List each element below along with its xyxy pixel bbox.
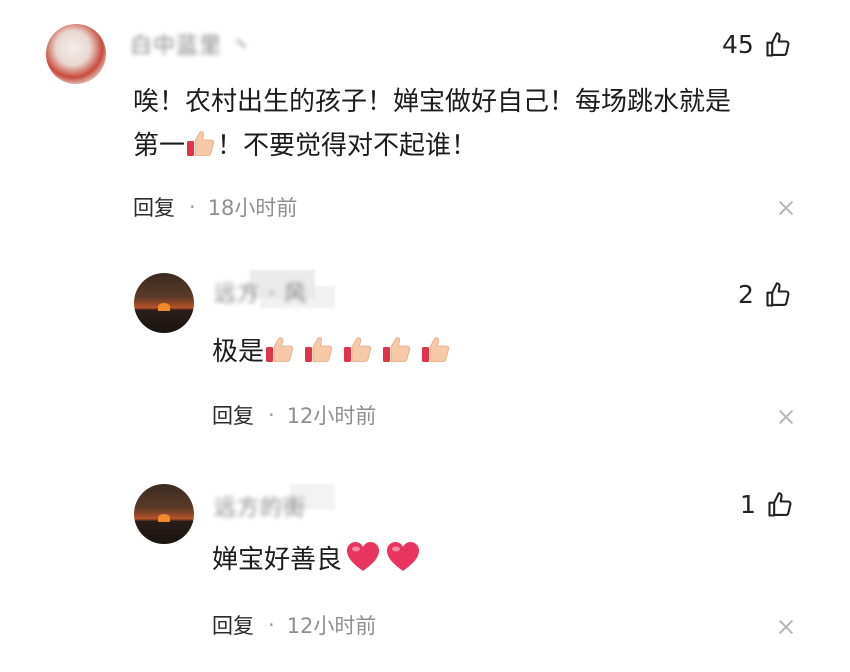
thumbs-up-emoji-icon (187, 131, 215, 156)
separator-dot: · (189, 195, 196, 219)
comment-text-segment: 第一 (133, 131, 186, 161)
timestamp: 12小时前 (286, 614, 377, 638)
comment-text-line: 唉！农村出生的孩子！婵宝做好自己！每场跳水就是 (133, 87, 732, 117)
heart-emoji-icon (387, 542, 420, 571)
comment-text-segment: 婵宝好善良 (212, 545, 343, 575)
separator-dot: · (268, 613, 275, 637)
close-icon[interactable] (779, 620, 793, 634)
username[interactable]: 远方的街 (214, 490, 306, 522)
thumbs-up-emoji-icon (305, 337, 333, 362)
comment-text: 极是 (212, 330, 452, 374)
timestamp: 18小时前 (207, 196, 298, 220)
username[interactable]: 白中蓝里 丶 (130, 28, 253, 60)
comment-text-segment: ！不要觉得对不起谁！ (217, 131, 478, 161)
close-icon[interactable] (779, 410, 793, 424)
reply-row: 回复 · 18小时前 (133, 192, 297, 222)
like-button[interactable]: 2 (738, 280, 792, 309)
heart-emoji-icon (347, 542, 380, 571)
thumbs-up-emoji-icon (383, 337, 411, 362)
comment-text: 唉！农村出生的孩子！婵宝做好自己！每场跳水就是 第一 ！不要觉得对不起谁！ (133, 80, 731, 168)
like-count: 2 (738, 280, 754, 309)
reply-button[interactable]: 回复 (212, 400, 254, 430)
thumbs-up-emoji-icon (344, 337, 372, 362)
like-button[interactable]: 45 (722, 30, 792, 59)
avatar[interactable] (134, 484, 194, 544)
thumbs-up-outline-icon (768, 491, 792, 517)
thumbs-up-outline-icon (766, 31, 790, 57)
avatar[interactable] (46, 24, 106, 84)
like-button[interactable]: 1 (740, 490, 794, 519)
reply-row: 回复 · 12小时前 (212, 400, 376, 430)
thumbs-up-emoji-icon (266, 337, 294, 362)
username[interactable]: 远方 · 风 (214, 276, 307, 308)
reply-button[interactable]: 回复 (133, 192, 175, 222)
comment-text-segment: 极是 (212, 337, 265, 367)
comment-text: 婵宝好善良 (212, 538, 420, 582)
separator-dot: · (268, 403, 275, 427)
reply-button[interactable]: 回复 (212, 610, 254, 640)
close-icon[interactable] (779, 201, 793, 215)
thumbs-up-emoji-icon (422, 337, 450, 362)
like-count: 45 (722, 30, 754, 59)
reply-row: 回复 · 12小时前 (212, 610, 376, 640)
comment-text-line: 第一 ！不要觉得对不起谁！ (133, 124, 731, 168)
thumbs-up-outline-icon (766, 281, 790, 307)
like-count: 1 (740, 490, 756, 519)
timestamp: 12小时前 (286, 404, 377, 428)
avatar[interactable] (134, 273, 194, 333)
